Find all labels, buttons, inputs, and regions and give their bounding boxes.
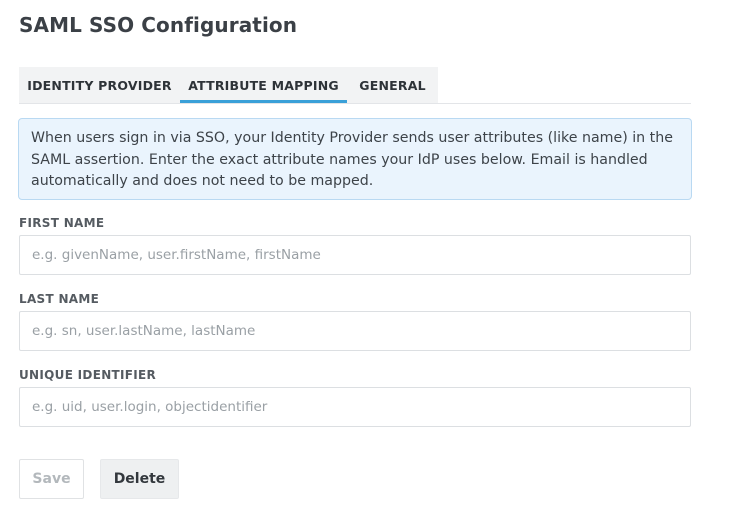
delete-button[interactable]: Delete <box>100 459 179 499</box>
last-name-label: LAST NAME <box>19 292 100 306</box>
tab-bar: IDENTITY PROVIDER ATTRIBUTE MAPPING GENE… <box>19 67 691 104</box>
info-callout: When users sign in via SSO, your Identit… <box>18 118 692 200</box>
first-name-label: FIRST NAME <box>19 216 105 230</box>
unique-identifier-label: UNIQUE IDENTIFIER <box>19 368 157 382</box>
tab-general[interactable]: GENERAL <box>347 67 438 103</box>
unique-identifier-input[interactable] <box>19 387 691 427</box>
save-button[interactable]: Save <box>19 459 84 499</box>
tab-attribute-mapping[interactable]: ATTRIBUTE MAPPING <box>180 67 347 103</box>
first-name-input[interactable] <box>19 235 691 275</box>
last-name-input[interactable] <box>19 311 691 351</box>
tab-identity-provider[interactable]: IDENTITY PROVIDER <box>19 67 180 103</box>
saml-sso-configuration-page: SAML SSO Configuration IDENTITY PROVIDER… <box>0 0 744 524</box>
page-title: SAML SSO Configuration <box>19 13 298 37</box>
